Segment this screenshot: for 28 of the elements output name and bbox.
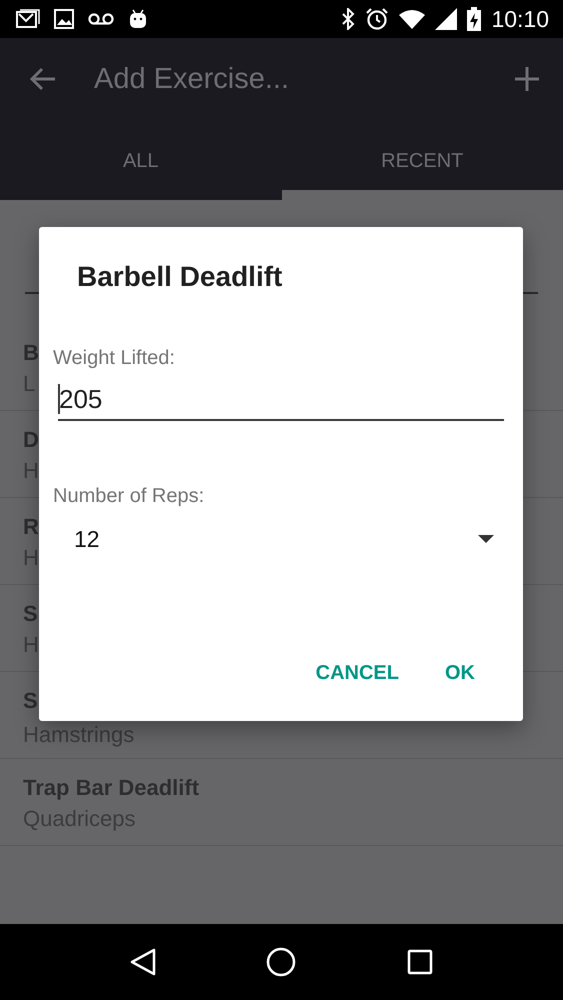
wifi-icon [399, 9, 426, 29]
screen-title: Add Exercise... [94, 62, 290, 96]
recents-icon[interactable] [406, 949, 433, 975]
signal-icon [435, 8, 458, 30]
tab[interactable]: RECENT [282, 120, 563, 190]
alarm-icon [365, 7, 390, 31]
clock-time: 10:10 [491, 6, 549, 32]
field-label: Weight Lifted: [53, 346, 175, 371]
exercise-name: Trap Bar Deadlift [23, 774, 200, 802]
bluetooth-icon [341, 8, 356, 30]
image-icon [54, 9, 74, 29]
android-icon [128, 9, 148, 29]
battery-charging-icon [467, 7, 482, 31]
input-field[interactable]: 205 [58, 379, 504, 421]
field-label: Number of Reps: [53, 484, 204, 509]
dropdown-caret-icon [478, 535, 494, 543]
tab[interactable]: ALL [0, 120, 282, 200]
dialog-button[interactable]: CANCEL [308, 656, 407, 691]
back-icon[interactable] [130, 948, 156, 976]
dialog-button[interactable]: OK [437, 656, 483, 691]
add-icon[interactable] [515, 67, 539, 91]
dropdown[interactable]: 12 [68, 517, 504, 561]
dialog-title: Barbell Deadlift [77, 260, 282, 294]
home-icon[interactable] [266, 947, 296, 977]
text-cursor [58, 384, 60, 414]
back-arrow-icon[interactable] [30, 67, 56, 91]
voicemail-icon [88, 13, 114, 25]
mail-icon [16, 9, 40, 29]
